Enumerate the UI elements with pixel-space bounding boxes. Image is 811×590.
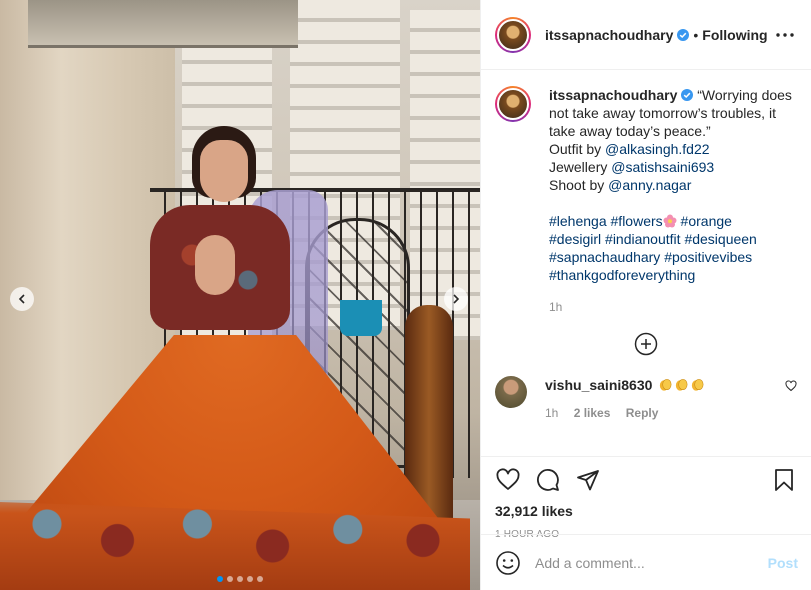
clap-emoji-icon (676, 379, 688, 391)
author-avatar[interactable] (495, 16, 531, 53)
comment-button[interactable] (535, 467, 561, 493)
clap-emoji-icon (660, 379, 672, 391)
comment-input[interactable] (535, 554, 768, 571)
photo-plant-pot (340, 300, 382, 336)
carousel-dot (217, 576, 223, 582)
carousel-dot (227, 576, 233, 582)
hashtag-link[interactable]: #desiqueen (684, 231, 756, 247)
caption-outfit-line: Outfit by @alkasingh.fd22 (549, 140, 797, 158)
hashtag-link[interactable]: #positivevibes (664, 249, 752, 265)
post-side-panel: itssapnachoudhary • Following itssapnach… (480, 0, 811, 590)
caption-author-avatar[interactable] (495, 86, 531, 122)
smiley-icon[interactable] (495, 550, 521, 576)
caption-jewellery-line: Jewellery @satishsaini693 (549, 158, 797, 176)
comment-text: vishu_saini8630 (545, 376, 785, 394)
comment-emojis (658, 376, 706, 394)
comment-icon (537, 469, 559, 491)
caption-outfit-prefix: Outfit by (549, 141, 606, 157)
commenter-avatar[interactable] (495, 376, 527, 408)
more-options-button[interactable] (773, 23, 797, 47)
clap-emoji-icon (692, 379, 704, 391)
blossom-emoji-icon (663, 214, 677, 228)
photo-face (200, 140, 248, 202)
load-more-comments-button[interactable] (495, 332, 797, 356)
action-bar (495, 467, 797, 493)
caption-shoot-line: Shoot by @anny.nagar (549, 176, 797, 194)
plus-circle-icon (634, 332, 658, 356)
post-media[interactable] (0, 0, 480, 590)
photo-ceiling (28, 0, 298, 48)
like-button[interactable] (495, 467, 521, 493)
chevron-left-icon (18, 294, 25, 304)
hashtag-link[interactable]: #desigirl (549, 231, 601, 247)
paper-plane-icon (577, 470, 599, 491)
hashtag-line-1: #lehenga #flowers #orange (549, 212, 797, 230)
follow-separator: • (693, 26, 699, 43)
carousel-prev-button[interactable] (10, 287, 34, 311)
following-button[interactable]: Following (702, 27, 767, 43)
instagram-post: itssapnachoudhary • Following itssapnach… (0, 0, 811, 590)
carousel-indicator (217, 576, 263, 582)
add-comment-bar: Post (481, 534, 811, 590)
comment-reply-button[interactable]: Reply (626, 406, 659, 420)
carousel-dot (237, 576, 243, 582)
comments-section[interactable]: itssapnachoudhary “Worrying does not tak… (481, 70, 811, 456)
comment-like-heart-icon[interactable] (785, 380, 797, 392)
post-header: itssapnachoudhary • Following (481, 0, 811, 70)
commenter-username[interactable]: vishu_saini8630 (545, 377, 652, 393)
likes-count[interactable]: 32,912 likes (495, 503, 797, 519)
hashtag-link[interactable]: #indianoutfit (605, 231, 681, 247)
hashtag-link[interactable]: #orange (681, 213, 732, 229)
comment-item: vishu_saini8630 1h 2 likes Reply (495, 376, 797, 420)
verified-badge-icon (681, 89, 694, 101)
comment-body: vishu_saini8630 1h 2 likes Reply (545, 376, 785, 420)
carousel-dot (257, 576, 263, 582)
hashtag-line-4: #thankgodforeverything (549, 266, 797, 284)
author-username[interactable]: itssapnachoudhary (545, 27, 673, 43)
caption-username[interactable]: itssapnachoudhary (549, 87, 677, 103)
post-comment-button[interactable]: Post (768, 555, 798, 571)
chevron-right-icon (453, 294, 460, 304)
caption-jewellery-prefix: Jewellery (549, 159, 612, 175)
mention-link[interactable]: @satishsaini693 (611, 159, 714, 175)
photo-arm (195, 235, 235, 295)
caption-shoot-prefix: Shoot by (549, 177, 609, 193)
comment-likes-link[interactable]: 2 likes (574, 406, 611, 420)
carousel-dot (247, 576, 253, 582)
save-button[interactable] (771, 467, 797, 493)
heart-icon (496, 468, 520, 490)
mention-link[interactable]: @alkasingh.fd22 (605, 141, 710, 157)
hashtag-line-3: #sapnachaudhary #positivevibes (549, 248, 797, 266)
hashtag-link[interactable]: #lehenga (549, 213, 607, 229)
hashtag-link[interactable]: #thankgodforeverything (549, 267, 695, 283)
caption: itssapnachoudhary “Worrying does not tak… (495, 86, 797, 284)
verified-badge-icon (677, 28, 690, 41)
comment-time: 1h (545, 406, 559, 420)
hashtag-link[interactable]: #flowers (611, 213, 663, 229)
bookmark-icon (775, 469, 793, 491)
mention-link[interactable]: @anny.nagar (608, 177, 691, 193)
carousel-next-button[interactable] (444, 287, 468, 311)
hashtag-link[interactable]: #sapnachaudhary (549, 249, 660, 265)
comment-meta: 1h 2 likes Reply (545, 406, 785, 420)
caption-time: 1h (549, 300, 563, 314)
share-button[interactable] (575, 467, 601, 493)
hashtag-line-2: #desigirl #indianoutfit #desiqueen (549, 230, 797, 248)
more-horizontal-icon (776, 32, 794, 37)
caption-text: itssapnachoudhary “Worrying does not tak… (549, 86, 797, 284)
